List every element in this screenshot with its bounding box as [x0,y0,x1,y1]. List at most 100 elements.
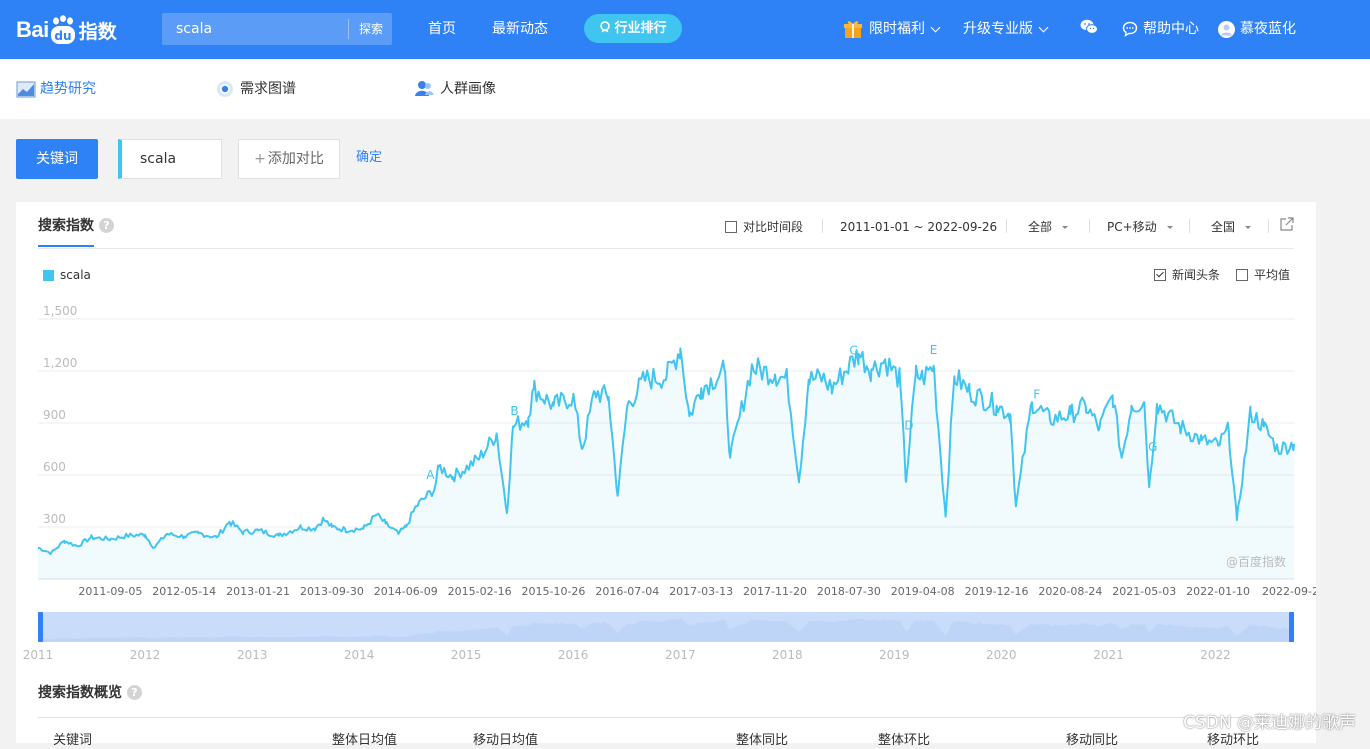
overview-col-keyword: 关键词 [53,733,93,748]
plus-icon: + [254,151,266,167]
overview-title-label: 搜索指数概览 [38,685,122,701]
annotation-label: E [930,343,938,357]
range-handle-right[interactable] [1289,612,1294,642]
benefit-menu[interactable]: 限时福利 [843,19,941,39]
sub-nav: 趋势研究 需求图谱 人群画像 [0,59,1370,119]
chevron-down-icon [930,22,941,32]
divider [38,717,1294,718]
chart-credit: @百度指数 [1226,554,1286,569]
avatar [1218,20,1235,38]
nav-home[interactable]: 首页 [428,19,456,39]
navigator-year-label: 2016 [558,648,589,662]
navigator-year-label: 2019 [879,648,910,662]
x-tick-label: 2013-09-30 [300,585,364,598]
x-tick-label: 2019-12-16 [965,585,1029,598]
upgrade-menu[interactable]: 升级专业版 [963,19,1049,39]
csdn-watermark: CSDN @莱迪娜的歌声 [1183,713,1356,733]
y-tick-label: 600 [43,460,66,474]
range-handle-left[interactable] [38,612,43,642]
y-tick-label: 300 [43,512,66,526]
x-tick-label: 2020-08-24 [1038,585,1102,598]
keyword-button[interactable]: 关键词 [16,139,98,179]
annotation-label: A [426,468,435,482]
help-icon[interactable]: ? [127,685,142,700]
x-tick-label: 2018-07-30 [817,585,881,598]
help-center-label: 帮助中心 [1143,21,1199,37]
user-menu[interactable]: 慕夜蓝化 [1218,19,1296,39]
wechat-button[interactable] [1080,19,1098,35]
navigator-year-label: 2012 [130,648,161,662]
explore-button[interactable]: 探索 [350,13,392,45]
rank-icon [600,21,611,33]
x-tick-label: 2021-05-03 [1112,585,1176,598]
add-compare-label: 添加对比 [267,151,324,167]
search-index-card: 搜索指数? 对比时间段 2011-01-01 ~ 2022-09-26 全部 P… [16,202,1316,748]
overview-title: 搜索指数概览? [38,684,142,702]
keyword-input[interactable]: scala [118,139,222,179]
trend-chart-icon [16,81,36,98]
annotation-label: B [510,404,518,418]
top-bar: Bai du 指数 探索 首页 最新动态 行业排行 限 [0,0,1370,59]
x-tick-label: 2016-07-04 [595,585,659,598]
navigator-year-label: 2011 [23,648,54,662]
x-tick-label: 2022-09-26 [1262,585,1316,598]
x-tick-label: 2022-01-10 [1186,585,1250,598]
y-tick-label: 1,500 [43,304,77,318]
navigator-year-label: 2021 [1093,648,1124,662]
overview-col-overall-yoy: 整体同比 [736,733,789,748]
user-group-icon [415,81,434,96]
industry-rank-label: 行业排行 [614,21,667,36]
tab-trend-research[interactable]: 趋势研究 [16,80,96,98]
upgrade-label: 升级专业版 [963,21,1033,37]
user-name: 慕夜蓝化 [1240,21,1296,37]
annotation-label: D [904,419,913,433]
wechat-icon [1080,19,1098,34]
navigator-year-label: 2013 [237,648,268,662]
series-area [38,348,1294,579]
search-divider [348,19,349,39]
x-tick-label: 2017-11-20 [743,585,807,598]
demand-graph-icon [217,81,233,97]
tab-trend-research-label: 趋势研究 [40,81,96,97]
overview-col-mobile-daily-avg: 移动日均值 [473,733,539,748]
overview-col-mobile-mom: 移动环比 [1207,733,1260,748]
navigator-year-label: 2017 [665,648,696,662]
logo-du-text: du [54,29,71,43]
baidu-index-logo[interactable]: Bai du 指数 [16,12,117,48]
tab-crowd-portrait[interactable]: 人群画像 [414,80,496,98]
navigator-year-label: 2022 [1200,648,1231,662]
search-input[interactable] [162,13,344,45]
logo-bai-text: Bai [16,17,49,42]
gift-icon [844,21,862,38]
navigator-year-label: 2014 [344,648,375,662]
chat-bubble-icon [1122,21,1138,37]
overview-col-mobile-yoy: 移动同比 [1066,733,1119,748]
help-center-link[interactable]: 帮助中心 [1122,19,1199,39]
overview-col-overall-mom: 整体环比 [878,733,931,748]
x-tick-label: 2019-04-08 [891,585,955,598]
annotation-label: G [1148,440,1157,454]
industry-rank-button[interactable]: 行业排行 [584,14,682,43]
add-compare-button[interactable]: + 添加对比 [238,139,340,179]
navigator-year-label: 2018 [772,648,803,662]
x-tick-label: 2012-05-14 [152,585,216,598]
nav-latest-news[interactable]: 最新动态 [492,19,548,39]
x-tick-label: 2011-09-05 [78,585,142,598]
tab-demand-graph-label: 需求图谱 [240,81,296,97]
search-index-chart[interactable]: A B C D E F G 300 600 900 1,200 1,500 2011-09-05 20… [16,202,1316,672]
chevron-down-icon [1038,22,1049,32]
logo-cn-text: 指数 [78,20,117,43]
navigator-year-label: 2015 [451,648,482,662]
annotation-label: C [849,344,857,358]
x-tick-label: 2017-03-13 [669,585,733,598]
paw-icon: du [50,15,76,45]
tab-demand-graph[interactable]: 需求图谱 [216,80,296,98]
overview-col-overall-daily-avg: 整体日均值 [332,733,398,748]
confirm-link[interactable]: 确定 [356,150,382,166]
x-tick-label: 2015-10-26 [522,585,586,598]
y-tick-label: 1,200 [43,356,77,370]
x-tick-label: 2015-02-16 [448,585,512,598]
y-tick-label: 900 [43,408,66,422]
benefit-label: 限时福利 [869,21,925,37]
navigator-year-label: 2020 [986,648,1017,662]
